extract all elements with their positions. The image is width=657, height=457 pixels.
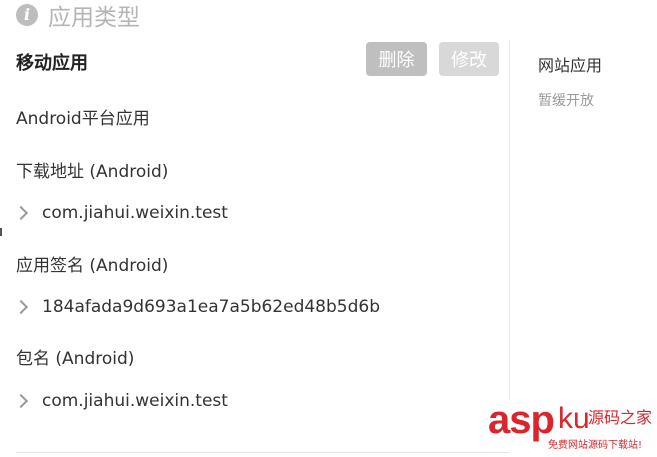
download-url-value: com.jiahui.weixin.test [42, 203, 228, 223]
package-name-label: 包名 (Android) [16, 349, 135, 369]
web-app-status: 暂缓开放 [538, 93, 594, 109]
section-header: i 应用类型 [16, 0, 140, 31]
app-signature-row[interactable]: 184afada9d693a1ea7a5b62ed48b5d6b [13, 297, 380, 317]
web-app-title: 网站应用 [538, 56, 603, 75]
download-url-row[interactable]: com.jiahui.weixin.test [13, 203, 228, 223]
chevron-right-icon[interactable] [13, 393, 29, 409]
mobile-app-panel [0, 40, 510, 450]
mobile-app-title: 移动应用 [16, 53, 88, 74]
app-signature-value: 184afada9d693a1ea7a5b62ed48b5d6b [42, 297, 380, 317]
package-name-row[interactable]: com.jiahui.weixin.test [13, 391, 228, 411]
platform-label: Android平台应用 [16, 109, 150, 129]
watermark-asp: asp [488, 398, 555, 442]
watermark-subtitle: 免费网站源码下载站! [548, 440, 643, 451]
section-title: 应用类型 [48, 5, 140, 31]
web-app-panel: 网站应用 暂缓开放 [538, 52, 602, 110]
chevron-right-icon[interactable] [13, 205, 29, 221]
panel-divider [509, 40, 510, 400]
bottom-divider [16, 452, 510, 453]
download-url-label: 下载地址 (Android) [16, 162, 169, 182]
package-name-value: com.jiahui.weixin.test [42, 391, 228, 411]
watermark-ku: ku [558, 402, 590, 435]
info-icon: i [16, 4, 38, 26]
watermark-logo: asp ku 源码之家 免费网站源码下载站! [488, 398, 653, 453]
edge-mark [0, 228, 2, 236]
watermark-cn: 源码之家 [588, 408, 653, 427]
chevron-right-icon[interactable] [13, 299, 29, 315]
delete-button[interactable]: 删除 [366, 42, 427, 76]
app-signature-label: 应用签名 (Android) [16, 256, 169, 276]
edit-button[interactable]: 修改 [439, 42, 499, 76]
